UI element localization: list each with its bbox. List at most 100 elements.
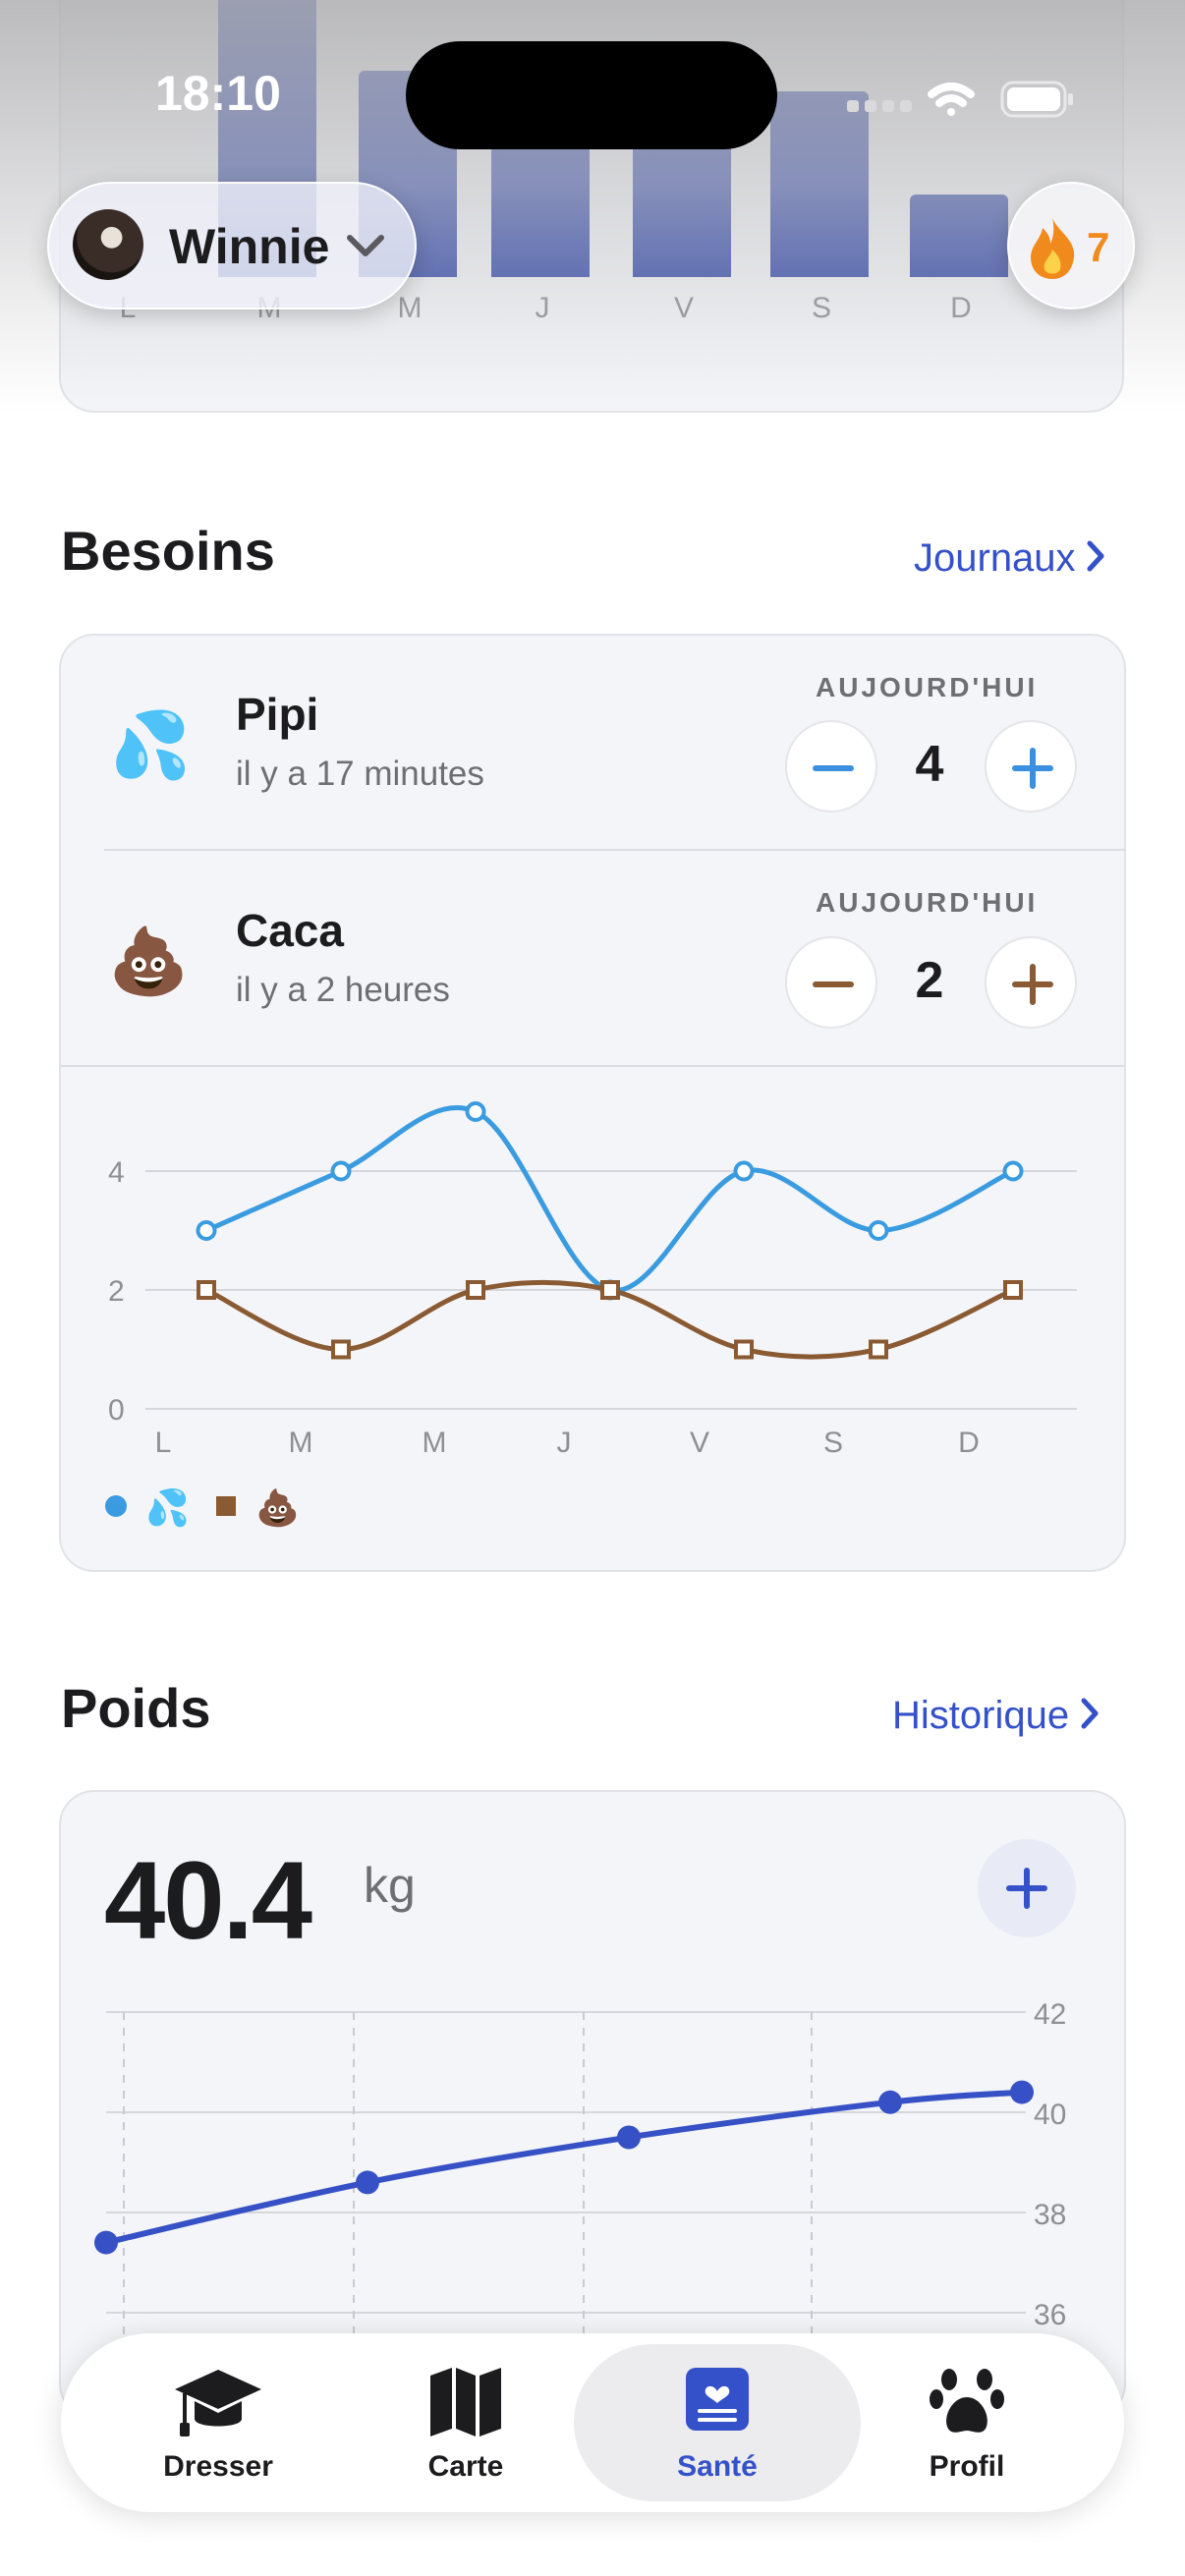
tab-dresser[interactable]: Dresser	[120, 2358, 316, 2495]
weight-line	[105, 2089, 1023, 2246]
chart-divider	[61, 1065, 1124, 1067]
weight-unit: kg	[364, 1858, 416, 1913]
x-tick-label: S	[823, 1427, 843, 1459]
status-icons	[847, 71, 1083, 135]
y-tick-label: 0	[108, 1394, 125, 1427]
series-line	[204, 1104, 1015, 1293]
y-tick-label: 38	[1034, 2199, 1066, 2231]
activity-day-label: S	[811, 292, 831, 324]
legend-label: 💩	[255, 1487, 300, 1528]
x-tick-label: V	[690, 1427, 709, 1459]
caca-increment-button[interactable]	[985, 936, 1077, 1029]
data-point	[734, 1339, 754, 1360]
y-tick-label: 42	[1034, 1998, 1066, 2031]
pipi-today-label: AUJOURD'HUI	[816, 672, 1039, 702]
battery-icon	[1000, 81, 1073, 118]
caca-count: 2	[915, 952, 944, 1009]
data-point	[331, 1339, 351, 1360]
journaux-link-label: Journaux	[914, 536, 1076, 580]
x-tick-label: L	[155, 1427, 172, 1459]
needs-chart: 0 2 4 L M M J V S D 💦 💩	[105, 1101, 1077, 1529]
plus-icon	[1012, 748, 1053, 789]
map-icon	[430, 2368, 501, 2436]
historique-link-label: Historique	[892, 1694, 1070, 1737]
minus-icon	[813, 765, 854, 771]
add-weight-button[interactable]	[978, 1839, 1076, 1937]
tab-sante[interactable]: Santé	[619, 2358, 816, 2495]
data-point	[197, 1280, 216, 1300]
weight-chart: 42 40 38 36	[94, 1998, 1066, 2368]
weight-point	[878, 2090, 902, 2114]
health-notebook-icon	[686, 2368, 749, 2431]
activity-day-label: J	[535, 292, 550, 324]
chevron-down-icon	[344, 228, 387, 268]
cellular-signal-icon	[847, 100, 912, 112]
weight-point	[1010, 2080, 1034, 2104]
data-point	[196, 1220, 217, 1241]
weight-point	[356, 2170, 379, 2195]
x-tick-label: M	[289, 1427, 313, 1459]
caca-today-label: AUJOURD'HUI	[816, 887, 1039, 918]
besoins-title: Besoins	[61, 520, 275, 582]
legend-marker	[105, 1495, 127, 1517]
data-point	[869, 1339, 888, 1360]
streak-count: 7	[1087, 224, 1110, 270]
x-tick-label: M	[423, 1427, 447, 1459]
x-tick-label: D	[958, 1427, 980, 1459]
data-point	[466, 1280, 485, 1300]
data-point	[868, 1220, 889, 1241]
pipi-count: 4	[915, 736, 944, 793]
chevron-right-icon	[1081, 1698, 1099, 1729]
data-point	[330, 1160, 352, 1182]
minus-icon	[813, 981, 854, 987]
avatar	[73, 209, 143, 280]
y-tick-label: 40	[1034, 2099, 1066, 2131]
tab-carte-label: Carte	[427, 2450, 504, 2483]
x-tick-label: J	[557, 1427, 572, 1459]
flame-icon	[1025, 216, 1080, 286]
weight-value: 40.4	[104, 1839, 312, 1962]
pipi-name: Pipi	[236, 689, 319, 740]
weight-point	[617, 2125, 641, 2150]
chevron-right-icon	[1087, 540, 1104, 572]
dog-name: Winnie	[169, 219, 330, 274]
poids-title: Poids	[61, 1677, 211, 1739]
y-tick-label: 4	[108, 1156, 125, 1189]
pipi-decrement-button[interactable]	[785, 720, 877, 812]
dynamic-island	[406, 41, 777, 149]
row-divider	[104, 849, 1126, 851]
activity-bar	[910, 195, 1008, 277]
paw-icon	[930, 2369, 1004, 2433]
weight-point	[94, 2230, 118, 2255]
tab-carte[interactable]: Carte	[367, 2358, 564, 2495]
plus-icon	[1012, 964, 1053, 1005]
pipi-increment-button[interactable]	[985, 720, 1077, 812]
legend-label: 💦	[145, 1485, 190, 1529]
plus-icon	[1006, 1868, 1047, 1909]
tab-profil-label: Profil	[929, 2450, 1005, 2483]
status-time: 18:10	[155, 66, 281, 121]
tab-dresser-label: Dresser	[163, 2450, 273, 2483]
caca-name: Caca	[236, 905, 344, 956]
y-tick-label: 36	[1034, 2299, 1066, 2331]
y-tick-label: 2	[108, 1275, 125, 1308]
data-point	[733, 1160, 755, 1182]
activity-day-label: V	[673, 292, 694, 324]
droplets-icon: 💦	[110, 708, 192, 781]
journaux-link[interactable]: Journaux	[914, 536, 1109, 581]
data-point	[600, 1280, 620, 1300]
historique-link[interactable]: Historique	[892, 1694, 1103, 1738]
pipi-time: il y a 17 minutes	[236, 755, 484, 793]
data-point	[1003, 1280, 1023, 1300]
graduation-cap-icon	[175, 2370, 261, 2436]
wifi-icon	[928, 83, 975, 116]
legend-marker	[216, 1496, 236, 1516]
data-point	[465, 1101, 486, 1122]
caca-decrement-button[interactable]	[785, 936, 877, 1029]
activity-day-label: D	[950, 292, 972, 324]
tab-profil[interactable]: Profil	[869, 2358, 1065, 2495]
data-point	[1002, 1160, 1024, 1182]
tab-sante-label: Santé	[677, 2450, 758, 2483]
poop-icon: 💩	[108, 924, 190, 997]
caca-time: il y a 2 heures	[236, 971, 450, 1009]
